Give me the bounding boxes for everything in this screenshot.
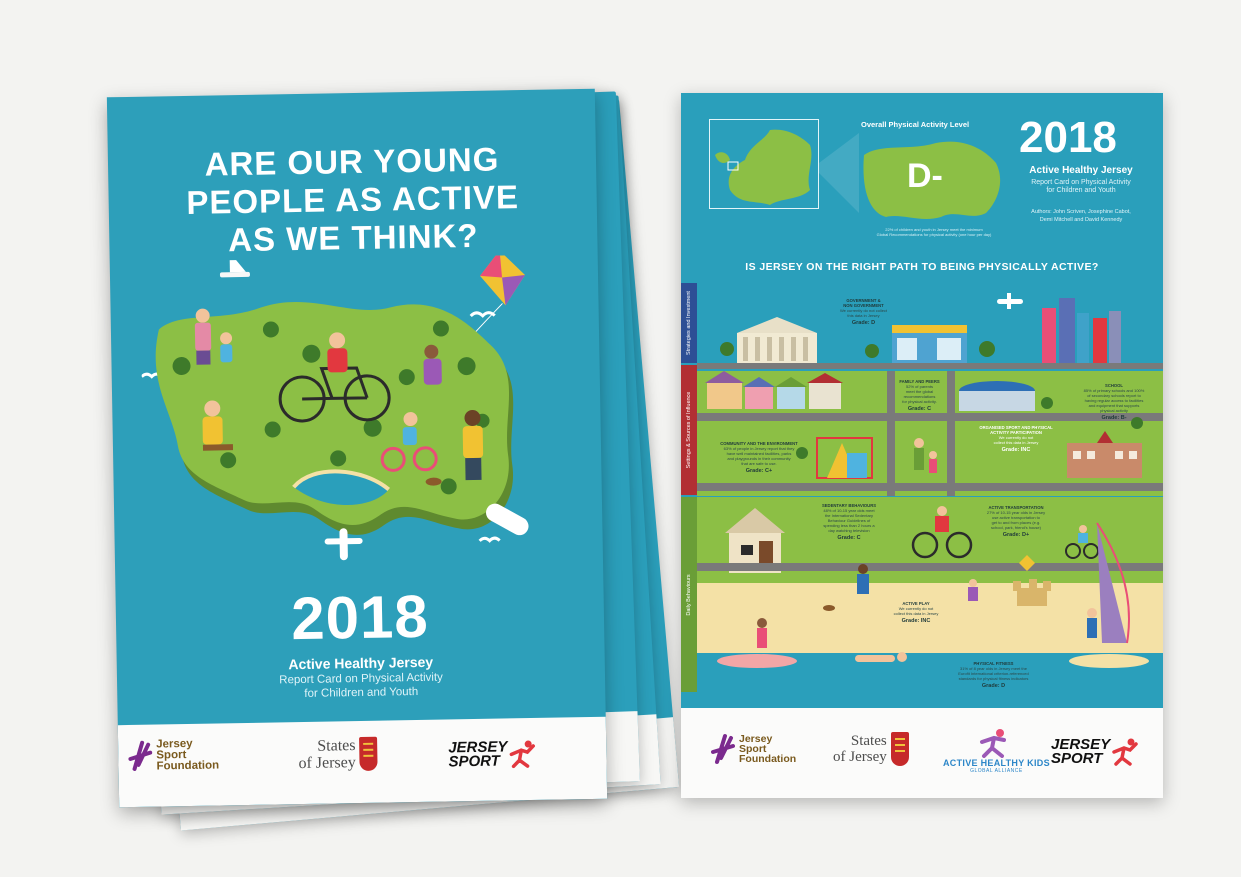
section-physical-fitness: PHYSICAL FITNESS 31% of 8 year olds in J… — [931, 661, 1056, 689]
overall-note: Global Recommendations for physical acti… — [876, 232, 992, 237]
grade-government: Grade: D — [851, 320, 876, 326]
section-organised-sport: ORGANISED SPORT AND PHYSICAL ACTIVITY PA… — [966, 425, 1066, 453]
band-daily-behaviours: Daily Behaviours — [681, 497, 697, 692]
states-of-jersey-logo: States of Jersey — [298, 736, 378, 772]
grade-active-play: Grade: INC — [901, 618, 931, 624]
jersey-crest-icon — [890, 732, 909, 766]
poster-subtitle: Report Card on Physical Activity — [1031, 179, 1131, 186]
seagull-icon — [478, 536, 501, 543]
cover-logo-bar: Jersey Sport Foundation States of Jersey… — [117, 716, 608, 808]
poster-authors: Authors: John Scriven, Josephine Cabot, — [1031, 209, 1131, 215]
sandcastle-icon — [1013, 579, 1051, 606]
active-healthy-kids-logo: ACTIVE HEALTHY KIDS GLOBAL ALLIANCE — [943, 728, 1050, 774]
overall-level-label: Overall Physical Activity Level — [861, 120, 970, 129]
jersey-island-illustration — [140, 254, 529, 561]
jersey-sport-logo: JERSEY SPORT — [448, 738, 536, 770]
jersey-sport-logo: JERSEY SPORT — [1051, 737, 1138, 766]
active-kids-figure-icon — [980, 729, 1007, 758]
ship-icon — [486, 503, 529, 536]
grade-active-transport: Grade: D+ — [1002, 532, 1030, 538]
stadium-icon — [959, 381, 1035, 411]
section-school: SCHOOL 85% of primary schools and 100% o… — [1069, 383, 1159, 421]
jersey-crest-icon — [359, 736, 378, 771]
jersey-sport-foundation-logo: Jersey Sport Foundation — [711, 732, 796, 766]
section-active-play: ACTIVE PLAY We currently do not collect … — [876, 601, 956, 624]
brochure-cover: ARE OUR YOUNG PEOPLE AS ACTIVE AS WE THI… — [106, 88, 608, 808]
grade-school: Grade: B- — [1101, 415, 1127, 421]
poster-subtitle: for Children and Youth — [1046, 187, 1116, 194]
jersey-sport-foundation-logo: Jersey Sport Foundation — [128, 737, 219, 773]
airplane-icon — [997, 293, 1023, 309]
poster-authors: Demi Mitchell and David Kennedy — [1039, 217, 1123, 223]
grade-family: Grade: C — [907, 406, 932, 412]
report-card-poster: Overall Physical Activity Level D- 22% o… — [681, 93, 1163, 798]
shop-building-icon — [892, 325, 967, 363]
jersey-sport-figure-icon — [1112, 738, 1138, 766]
band-strategies: Strategies and Investment — [681, 283, 697, 363]
grade-organised-sport: Grade: INC — [1001, 447, 1031, 453]
band-settings: Settings & Sources of Influence — [681, 365, 697, 495]
poster-logo-bar: Jersey Sport Foundation States of Jersey… — [681, 708, 1163, 798]
inset-zoom-beam — [819, 133, 859, 213]
grade-sedentary: Grade: C — [837, 535, 861, 541]
section-family: FAMILY AND PEERS 52% of parents meet the… — [887, 379, 952, 412]
jsf-mark-icon — [711, 734, 735, 764]
cover-headline: ARE OUR YOUNG PEOPLE AS ACTIVE AS WE THI… — [186, 140, 520, 259]
states-of-jersey-logo: States of Jersey — [833, 732, 909, 766]
jsf-mark-icon — [128, 740, 153, 771]
poster-title: Active Healthy Jersey — [1029, 165, 1133, 176]
poster-year: 2018 — [1019, 113, 1117, 162]
overall-grade: D- — [907, 157, 943, 195]
europe-map-icon — [715, 129, 812, 205]
section-sedentary: SEDENTARY BEHAVIOURS 48% of 10-15 year o… — [809, 503, 889, 541]
section-active-transport: ACTIVE TRANSPORTATION 27% of 10-15 year … — [971, 505, 1061, 538]
cover-year: 2018 — [290, 582, 430, 653]
grade-physical-fitness: Grade: D — [981, 683, 1006, 689]
section-community: COMMUNITY AND THE ENVIRONMENT 63% of peo… — [699, 441, 819, 474]
jersey-sport-figure-icon — [509, 740, 536, 769]
section-government: GOVERNMENT & NON GOVERNMENT We currently… — [821, 298, 906, 326]
brochure-stack: ARE OUR YOUNG PEOPLE AS ACTIVE AS WE THI… — [0, 0, 680, 877]
town-scene-illustration — [697, 293, 1163, 708]
government-building-icon — [737, 317, 817, 363]
europe-inset-map — [709, 119, 819, 209]
grade-community: Grade: C+ — [745, 468, 773, 474]
poster-question-heading: IS JERSEY ON THE RIGHT PATH TO BEING PHY… — [745, 261, 1099, 273]
skyscraper-icons — [1042, 298, 1121, 363]
